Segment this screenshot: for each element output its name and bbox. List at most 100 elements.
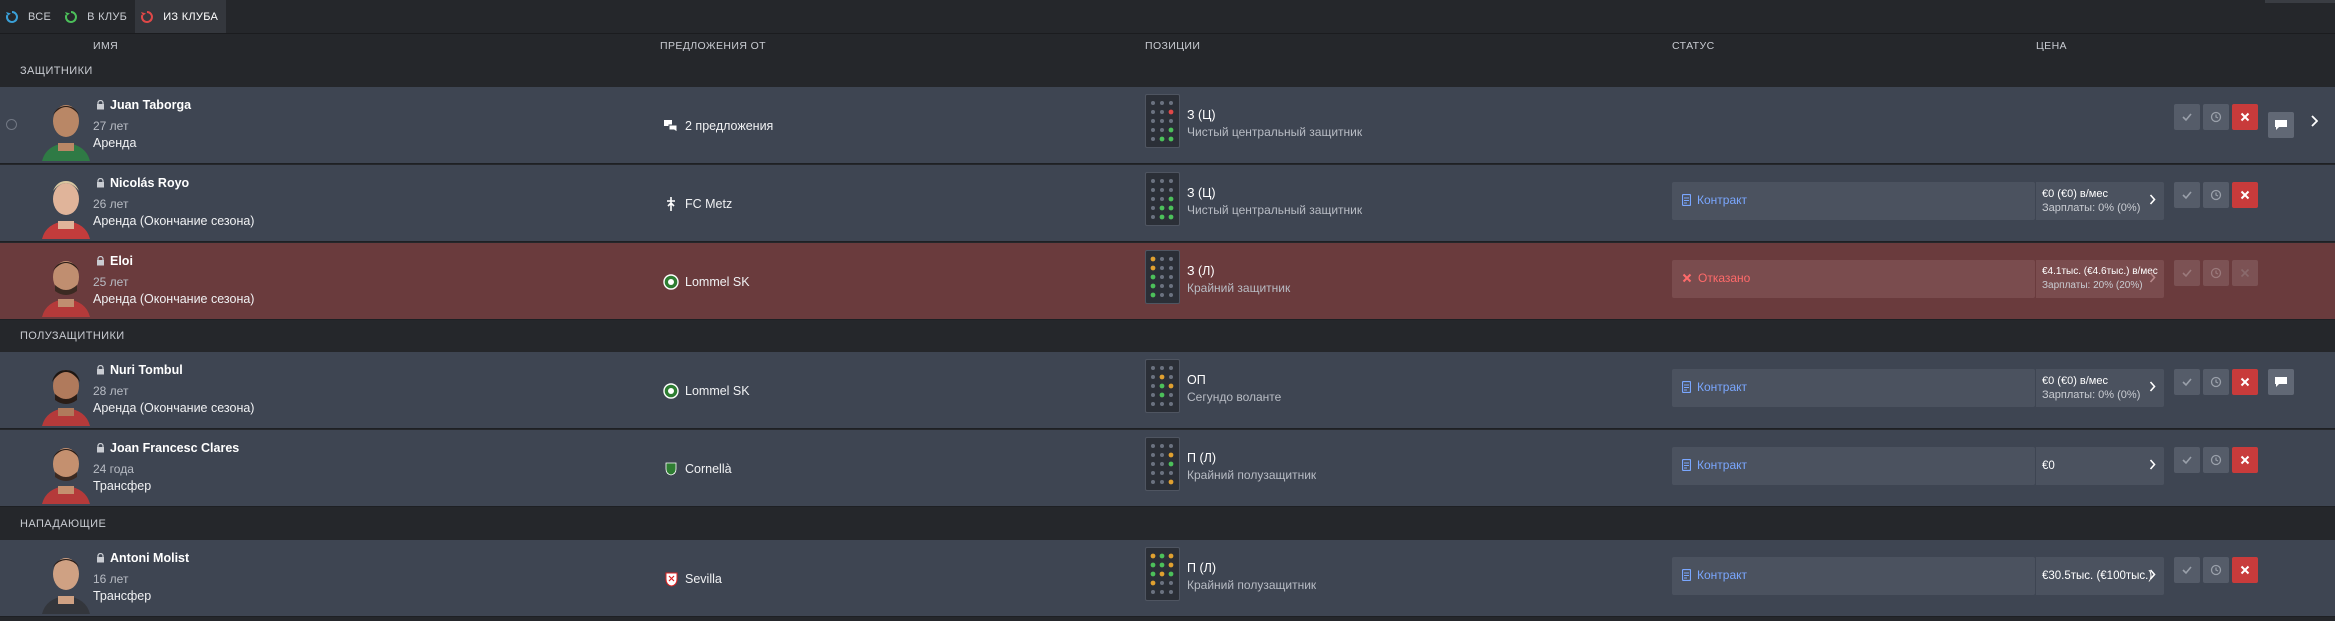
reject-button[interactable] [2232,104,2258,130]
reject-button[interactable] [2232,260,2258,286]
reject-button[interactable] [2232,182,2258,208]
position-role: Чистый центральный защитник [1187,203,1363,217]
status-box[interactable]: Контракт [1672,557,2037,595]
offer-from[interactable]: Lommel SK [662,382,750,400]
clock-icon [2210,189,2222,201]
delay-button[interactable] [2203,447,2229,473]
position-pitch-icon [1145,172,1180,226]
reject-button[interactable] [2232,447,2258,473]
delay-button[interactable] [2203,104,2229,130]
accept-button[interactable] [2174,369,2200,395]
table-row[interactable]: Joan Francesc Clares 24 года Трансфер Co… [0,430,2335,507]
position-role: Крайний полузащитник [1187,468,1317,482]
tab-incoming[interactable]: В КЛУБ [59,0,135,33]
status-box[interactable]: Контракт [1672,447,2037,485]
tab-outgoing[interactable]: ИЗ КЛУБА [135,0,227,33]
cycle-out-icon [139,9,155,25]
table-row[interactable]: Antoni Molist 16 лет Трансфер Sevilla П … [0,540,2335,617]
avatar[interactable] [38,438,94,504]
price-box[interactable]: €0 [2036,447,2164,485]
document-icon [1682,381,1691,393]
position-pitch-icon [1145,437,1180,491]
table-row[interactable]: Nicolás Royo 26 лет Аренда (Окончание се… [0,165,2335,242]
accept-button[interactable] [2174,104,2200,130]
status-rejected: Отказано [1682,271,1750,285]
column-header-name[interactable]: ИМЯ [93,40,118,52]
price-fee: €0 [2042,460,2055,472]
player-name[interactable]: Eloi [96,254,133,268]
avatar[interactable] [38,251,94,317]
offer-from[interactable]: 2 предложения [662,117,773,135]
player-name-text: Nicolás Royo [110,176,190,190]
player-name[interactable]: Antoni Molist [96,551,189,565]
negotiate-button[interactable] [2268,369,2294,395]
lock-icon [96,553,105,563]
tab-all[interactable]: ВСЕ [0,0,59,33]
price-fee: €30.5тыс. (€100тыс.) [2042,570,2153,582]
row-select-radio[interactable] [6,119,17,130]
offer-text: Sevilla [685,572,722,586]
column-header-status[interactable]: СТАТУС [1672,40,1715,52]
offer-from[interactable]: Lommel SK [662,273,750,291]
price-percent: Зарплаты: 20% (20%) [2042,280,2143,291]
status-box[interactable]: Отказано [1672,260,2037,298]
status-text: Контракт [1697,380,1748,394]
player-name[interactable]: Juan Taborga [96,98,191,112]
accept-button[interactable] [2174,260,2200,286]
close-icon [2240,377,2250,387]
player-name-text: Antoni Molist [110,551,190,565]
offer-text: 2 предложения [685,119,774,133]
column-header-price[interactable]: ЦЕНА [2036,40,2067,52]
player-name[interactable]: Nuri Tombul [96,363,183,377]
price-box[interactable]: €30.5тыс. (€100тыс.) [2036,557,2164,595]
chevron-right-icon [2149,381,2156,392]
accept-button[interactable] [2174,557,2200,583]
close-icon [2240,565,2250,575]
delay-button[interactable] [2203,182,2229,208]
price-box[interactable]: €4.1тыс. (€4.6тыс.) в/мес Зарплаты: 20% … [2036,260,2164,298]
table-row[interactable]: Eloi 25 лет Аренда (Окончание сезона) Lo… [0,243,2335,320]
position-role: Крайний защитник [1187,281,1291,295]
position-pitch-icon [1145,547,1180,601]
negotiate-button[interactable] [2268,112,2294,138]
price-box[interactable]: €0 (€0) в/мес Зарплаты: 0% (0%) [2036,182,2164,220]
tab-incoming-label: В КЛУБ [87,10,128,23]
player-age: 27 лет [93,119,129,133]
status-text: Отказано [1698,271,1751,285]
status-box[interactable]: Контракт [1672,369,2037,407]
position-role: Крайний полузащитник [1187,578,1317,592]
offer-from[interactable]: FC Metz [662,195,732,213]
avatar[interactable] [38,360,94,426]
player-name[interactable]: Joan Francesc Clares [96,441,239,455]
document-icon [1682,569,1691,581]
price-box[interactable]: €0 (€0) в/мес Зарплаты: 0% (0%) [2036,369,2164,407]
tab-bar: ВСЕ В КЛУБ ИЗ КЛУБА [0,0,2335,34]
table-row[interactable]: Juan Taborga 27 лет Аренда 2 предложения… [0,87,2335,164]
avatar[interactable] [38,95,94,161]
delay-button[interactable] [2203,557,2229,583]
clock-icon [2210,267,2222,279]
table-row[interactable]: Nuri Tombul 28 лет Аренда (Окончание сез… [0,352,2335,429]
accept-button[interactable] [2174,447,2200,473]
avatar[interactable] [38,548,94,614]
accept-button[interactable] [2174,182,2200,208]
section-title: ЗАЩИТНИКИ [20,65,93,77]
offer-from[interactable]: Sevilla [662,570,722,588]
reject-button[interactable] [2232,557,2258,583]
offer-from[interactable]: Cornellà [662,460,732,478]
column-header-positions[interactable]: ПОЗИЦИИ [1145,40,1200,52]
offers-stack-icon [662,117,680,135]
close-icon [2240,190,2250,200]
row-expand-chevron[interactable] [2310,115,2318,127]
delay-button[interactable] [2203,260,2229,286]
reject-button[interactable] [2232,369,2258,395]
avatar[interactable] [38,173,94,239]
offer-text: Lommel SK [685,275,750,289]
tab-outgoing-label: ИЗ КЛУБА [163,10,219,23]
delay-button[interactable] [2203,369,2229,395]
player-name[interactable]: Nicolás Royo [96,176,189,190]
column-header-offers[interactable]: ПРЕДЛОЖЕНИЯ ОТ [660,40,766,52]
position-short: П (Л) [1187,561,1216,575]
section-defenders: ЗАЩИТНИКИ [0,60,2335,82]
status-box[interactable]: Контракт [1672,182,2037,220]
